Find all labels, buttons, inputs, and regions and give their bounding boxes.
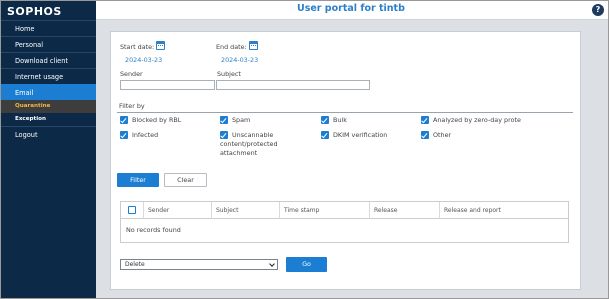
column-sender[interactable]: Sender — [143, 202, 211, 219]
sidebar-item-email[interactable]: Email — [1, 84, 96, 100]
empty-state: No records found — [126, 226, 181, 234]
end-date-value[interactable]: 2024-03-23 — [221, 56, 258, 64]
checkbox-other[interactable] — [421, 131, 429, 139]
filter-divider — [117, 112, 573, 113]
go-button[interactable]: Go — [286, 257, 327, 272]
filter-label-dkim: DKIM verification — [333, 131, 388, 139]
help-icon[interactable]: ? — [592, 4, 604, 16]
action-select-value: Delete — [125, 261, 145, 268]
sender-input[interactable] — [120, 80, 215, 90]
clear-button[interactable]: Clear — [164, 173, 207, 187]
table-header: Sender Subject Time stamp Release Releas… — [121, 202, 568, 219]
sidebar-item-internet-usage[interactable]: Internet usage — [1, 68, 96, 84]
sidebar-subitem-quarantine[interactable]: Quarantine — [1, 100, 96, 113]
column-release-and-report[interactable]: Release and report — [439, 202, 568, 219]
filter-label-unscannable: Unscannable content/protected attachment — [220, 131, 278, 157]
filter-label-spam: Spam — [232, 116, 251, 124]
sophos-logo: SOPHOS — [7, 5, 62, 18]
start-calendar-icon[interactable] — [156, 41, 165, 50]
checkbox-spam[interactable] — [220, 116, 228, 124]
checkbox-zero-day[interactable] — [421, 116, 429, 124]
checkbox-bulk[interactable] — [321, 116, 329, 124]
filter-button[interactable]: Filter — [117, 173, 159, 187]
top-header: User portal for tintb ? — [96, 1, 608, 20]
checkbox-blocked-by-rbl[interactable] — [120, 116, 128, 124]
filter-label-bulk: Bulk — [333, 116, 347, 124]
sender-label: Sender — [120, 70, 143, 78]
select-all-cell — [121, 202, 143, 219]
filter-by-label: Filter by — [119, 102, 145, 110]
results-table: Sender Subject Time stamp Release Releas… — [120, 201, 569, 243]
select-all-checkbox[interactable] — [128, 206, 136, 214]
end-calendar-icon[interactable] — [249, 41, 258, 50]
page-title: User portal for tintb — [297, 3, 405, 14]
sidebar-item-logout[interactable]: Logout — [1, 126, 96, 142]
sidebar-item-home[interactable]: Home — [1, 20, 96, 36]
action-select[interactable]: Delete — [120, 259, 278, 270]
filter-label-zero-day: Analyzed by zero-day prote — [433, 116, 521, 124]
filter-label-infected: Infected — [132, 131, 159, 139]
end-date-label: End date: — [216, 43, 247, 51]
column-time-stamp[interactable]: Time stamp — [279, 202, 369, 219]
subject-input[interactable] — [216, 80, 370, 90]
filter-label-other: Other — [433, 131, 452, 139]
chevron-down-icon — [269, 261, 275, 267]
sidebar-nav: Home Personal Download client Internet u… — [1, 20, 96, 142]
checkbox-dkim[interactable] — [321, 131, 329, 139]
sidebar-item-personal[interactable]: Personal — [1, 36, 96, 52]
column-release[interactable]: Release — [369, 202, 439, 219]
column-subject[interactable]: Subject — [211, 202, 279, 219]
checkbox-infected[interactable] — [120, 131, 128, 139]
filter-label-blocked-by-rbl: Blocked by RBL — [132, 116, 182, 124]
start-date-value[interactable]: 2024-03-23 — [125, 56, 162, 64]
start-date-label: Start date: — [120, 43, 155, 51]
subject-label: Subject — [217, 70, 241, 78]
sidebar-subitem-exception[interactable]: Exception — [1, 113, 96, 126]
sidebar: SOPHOS Home Personal Download client Int… — [1, 1, 96, 298]
sidebar-item-download-client[interactable]: Download client — [1, 52, 96, 68]
quarantine-panel — [110, 31, 581, 290]
